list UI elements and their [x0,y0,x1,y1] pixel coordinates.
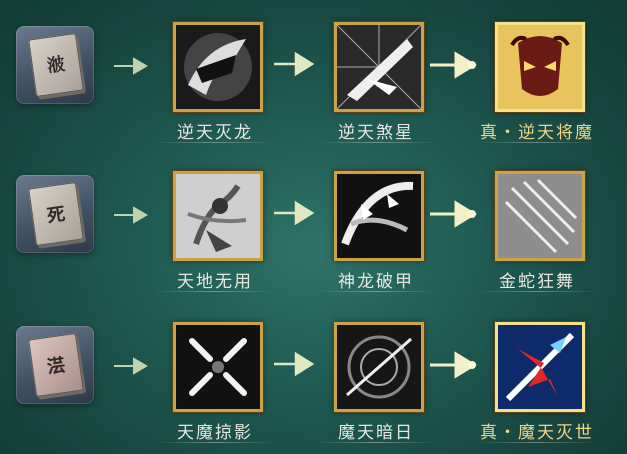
arrow-right-icon [430,51,477,79]
skill-icon-star-slash[interactable] [334,22,424,112]
book-glyph: 𣶽 [28,332,84,398]
skill-icon-warrior-dance[interactable] [173,171,263,261]
book-glyph: 𣷭 [28,32,84,98]
skill-icon-dragon-armor-break[interactable] [334,171,424,261]
divider [477,291,597,292]
skill-icon-dark-sun[interactable] [334,322,424,412]
skill-name: 真・魔天灭世 [480,423,594,443]
divider [477,142,597,143]
arrow-right-icon [114,206,148,224]
skill-row-3: 𣶽 天魔掠影 魔天暗日 真・魔天灭世 [0,312,627,452]
secret-manual-book-icon[interactable]: 𣶽 [16,326,94,404]
skill-icon-world-destroy[interactable] [495,322,585,412]
divider [316,442,436,443]
arrow-right-icon [274,200,315,226]
divider [155,142,275,143]
arrow-right-icon [114,57,148,75]
skill-name: 逆天灭龙 [177,123,253,143]
divider [316,291,436,292]
arrow-right-icon [430,351,477,379]
divider [155,442,275,443]
skill-name: 逆天煞星 [338,123,414,143]
divider [155,291,275,292]
skill-icon-golden-serpent[interactable] [495,171,585,261]
skill-name: 天魔掠影 [177,423,253,443]
skill-row-2: 死 天地无用 神龙破甲 金蛇狂舞 [0,161,627,301]
skill-name: 魔天暗日 [338,423,414,443]
book-glyph: 死 [28,181,84,247]
skill-row-1: 𣷭 逆天灭龙 逆天煞星 真・逆天将魔 [0,12,627,152]
skill-name: 天地无用 [177,272,253,292]
divider [477,442,597,443]
skill-icon-demon-mask[interactable] [495,22,585,112]
skill-name: 神龙破甲 [338,272,414,292]
divider [316,142,436,143]
arrow-right-icon [430,200,477,228]
arrow-right-icon [274,351,315,377]
skill-icon-dragon-fist[interactable] [173,22,263,112]
skill-name: 金蛇狂舞 [499,272,575,292]
arrow-right-icon [114,357,148,375]
arrow-right-icon [274,51,315,77]
secret-manual-book-icon[interactable]: 死 [16,175,94,253]
skill-name: 真・逆天将魔 [480,123,594,143]
skill-icon-shadow-strike[interactable] [173,322,263,412]
secret-manual-book-icon[interactable]: 𣷭 [16,26,94,104]
